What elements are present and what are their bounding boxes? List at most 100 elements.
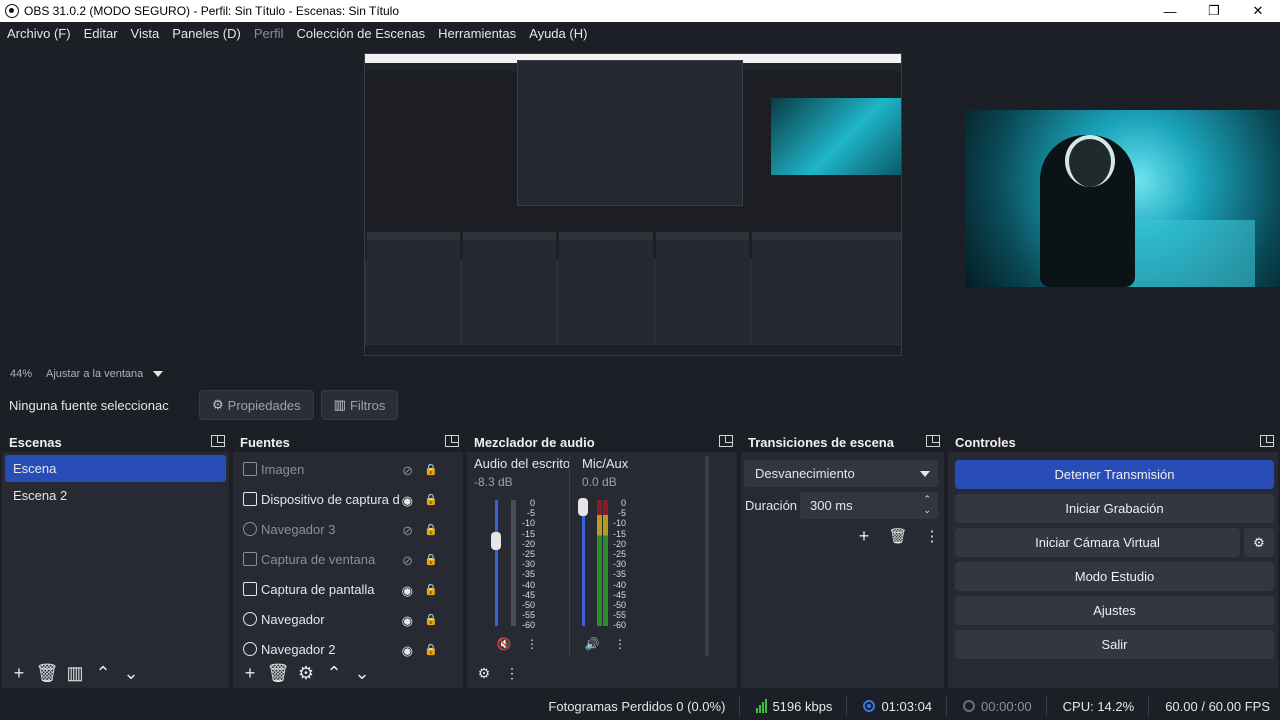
image-icon xyxy=(243,462,257,476)
menu-view[interactable]: Vista xyxy=(131,26,160,41)
scene-item[interactable]: Escena xyxy=(5,455,226,482)
float-dock-icon[interactable] xyxy=(211,435,225,447)
source-item[interactable]: Captura de pantalla ◉ 🔒 xyxy=(233,574,463,604)
minimize-button[interactable]: — xyxy=(1148,0,1192,22)
scene-list: Escena Escena 2 xyxy=(2,455,229,509)
lock-icon[interactable]: 🔒 xyxy=(424,643,438,656)
eye-hidden-icon[interactable]: ⊘ xyxy=(402,523,413,539)
eye-icon[interactable]: ◉ xyxy=(402,583,413,599)
move-down-icon[interactable]: ⌄ xyxy=(349,661,375,685)
move-up-icon[interactable]: ⌃ xyxy=(90,661,116,685)
lock-icon[interactable]: 🔒 xyxy=(424,523,438,536)
more-options-icon[interactable]: ⋮ xyxy=(919,524,945,548)
level-meter xyxy=(603,500,608,626)
record-indicator-icon xyxy=(963,700,976,712)
menu-file[interactable]: Archivo (F) xyxy=(7,26,71,41)
transition-select[interactable]: Desvanecimiento xyxy=(744,460,938,487)
gear-icon: ⚙ xyxy=(212,397,224,412)
chevron-down-icon[interactable] xyxy=(153,371,164,377)
spinner-arrows-icon[interactable]: ⌃ ⌄ xyxy=(923,494,931,516)
menu-tools[interactable]: Herramientas xyxy=(438,26,516,41)
add-transition-icon[interactable]: + xyxy=(851,524,877,548)
gears-icon[interactable]: ⚙ xyxy=(471,661,497,685)
float-dock-icon[interactable] xyxy=(719,435,733,447)
zoom-mode[interactable]: Ajustar a la ventana xyxy=(46,368,143,380)
gear-icon[interactable]: ⚙ xyxy=(293,661,319,685)
lock-icon[interactable]: 🔒 xyxy=(424,553,438,566)
trash-icon[interactable]: 🗑 xyxy=(34,661,60,685)
exit-button[interactable]: Salir xyxy=(955,630,1274,659)
channel-name: Audio del escrito xyxy=(474,456,571,471)
eye-hidden-icon[interactable]: ⊘ xyxy=(402,463,413,479)
menu-help[interactable]: Ayuda (H) xyxy=(529,26,587,41)
lock-icon[interactable]: 🔒 xyxy=(424,493,438,506)
mute-icon[interactable]: 🔇 xyxy=(493,634,515,654)
volume-slider-handle[interactable] xyxy=(491,532,501,550)
maximize-button[interactable]: ❐ xyxy=(1192,0,1236,22)
more-options-icon[interactable]: ⋮ xyxy=(499,661,525,685)
source-item[interactable]: Dispositivo de captura d ◉ 🔒 xyxy=(233,484,463,514)
volume-slider[interactable] xyxy=(495,500,498,626)
more-options-icon[interactable]: ⋮ xyxy=(521,634,543,654)
meter-ticks: 0 -5 -10 -15 -20 -25 -30 -35 -40 -45 -50 -55 -60 xyxy=(612,498,626,631)
stop-streaming-button[interactable]: Detener Transmisión xyxy=(955,460,1274,489)
source-item[interactable]: Captura de ventana ⊘ 🔒 xyxy=(233,544,463,574)
sources-dock: Fuentes Imagen ⊘ 🔒 Dispositivo de captur… xyxy=(233,432,463,688)
no-source-selected-label: Ninguna fuente seleccionac xyxy=(9,397,169,413)
dropped-frames: Fotogramas Perdidos 0 (0.0%) xyxy=(548,698,726,714)
studio-mode-button[interactable]: Modo Estudio xyxy=(955,562,1274,591)
trash-icon[interactable]: 🗑 xyxy=(265,661,291,685)
start-recording-button[interactable]: Iniciar Grabación xyxy=(955,494,1274,523)
float-dock-icon[interactable] xyxy=(926,435,940,447)
duration-input[interactable]: 300 ms ⌃ ⌄ xyxy=(800,492,938,519)
source-item[interactable]: Navegador ◉ 🔒 xyxy=(233,604,463,634)
mixer-channel: Mic/Aux 0.0 dB xyxy=(582,456,628,489)
volume-slider-handle[interactable] xyxy=(578,498,588,516)
lock-icon[interactable]: 🔒 xyxy=(424,613,438,626)
audio-mixer-dock: Mezclador de audio Audio del escrito -8.… xyxy=(467,432,737,688)
menu-scene-collection[interactable]: Colección de Escenas xyxy=(296,26,425,41)
filters-button[interactable]: ▥ Filtros xyxy=(320,390,399,420)
scene-item[interactable]: Escena 2 xyxy=(5,482,226,509)
virtual-camera-settings-button[interactable]: ⚙ xyxy=(1244,528,1274,557)
record-timer: 00:00:00 xyxy=(963,699,1032,714)
controls-dock-header: Controles xyxy=(948,432,1278,452)
duration-row: Duración 300 ms ⌃ ⌄ xyxy=(745,492,938,519)
close-button[interactable]: ✕ xyxy=(1236,0,1280,22)
eye-icon[interactable]: ◉ xyxy=(402,493,413,509)
volume-slider[interactable] xyxy=(582,500,585,626)
source-list: Imagen ⊘ 🔒 Dispositivo de captura d ◉ 🔒 … xyxy=(233,454,463,664)
settings-button[interactable]: Ajustes xyxy=(955,596,1274,625)
lock-icon[interactable]: 🔒 xyxy=(424,583,438,596)
source-item[interactable]: Imagen ⊘ 🔒 xyxy=(233,454,463,484)
channel-divider xyxy=(569,456,570,656)
menu-edit[interactable]: Editar xyxy=(84,26,118,41)
bitrate-indicator: 5196 kbps xyxy=(756,699,832,714)
scene-filters-icon[interactable]: ▥ xyxy=(62,661,88,685)
source-item[interactable]: Navegador 3 ⊘ 🔒 xyxy=(233,514,463,544)
status-bar: Fotogramas Perdidos 0 (0.0%) 5196 kbps 0… xyxy=(0,692,1280,720)
start-virtual-camera-button[interactable]: Iniciar Cámara Virtual xyxy=(955,528,1240,557)
eye-icon[interactable]: ◉ xyxy=(402,613,413,629)
lock-icon[interactable]: 🔒 xyxy=(424,463,438,476)
mixer-scrollbar[interactable] xyxy=(705,456,709,656)
eye-icon[interactable]: ◉ xyxy=(402,643,413,659)
level-meter xyxy=(597,500,602,626)
move-up-icon[interactable]: ⌃ xyxy=(321,661,347,685)
speaker-icon[interactable]: 🔊 xyxy=(581,634,603,654)
float-dock-icon[interactable] xyxy=(445,435,459,447)
add-source-icon[interactable]: + xyxy=(237,661,263,685)
trash-icon[interactable]: 🗑 xyxy=(885,524,911,548)
more-options-icon[interactable]: ⋮ xyxy=(609,634,631,654)
menu-docks[interactable]: Paneles (D) xyxy=(172,26,241,41)
menu-profile[interactable]: Perfil xyxy=(254,26,284,41)
eye-hidden-icon[interactable]: ⊘ xyxy=(402,553,413,569)
add-scene-icon[interactable]: + xyxy=(6,661,32,685)
float-dock-icon[interactable] xyxy=(1260,435,1274,447)
move-down-icon[interactable]: ⌄ xyxy=(118,661,144,685)
channel-db: -8.3 dB xyxy=(474,475,513,489)
properties-button[interactable]: ⚙ Propiedades xyxy=(199,390,314,420)
gear-icon: ⚙ xyxy=(1253,534,1265,550)
filter-icon: ▥ xyxy=(333,397,346,412)
camera-icon xyxy=(243,492,257,506)
